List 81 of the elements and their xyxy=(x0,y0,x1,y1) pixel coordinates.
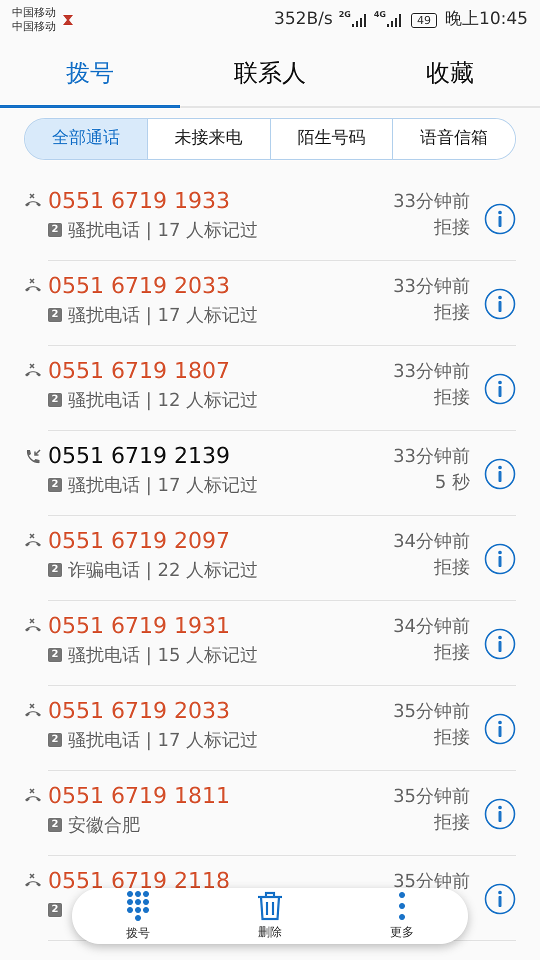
call-time: 33分钟前 xyxy=(393,445,470,469)
rejected-call-icon xyxy=(24,873,42,887)
sim-badge: 2 xyxy=(48,393,62,407)
trash-icon xyxy=(256,891,284,921)
sim-badge: 2 xyxy=(48,733,62,747)
network-speed: 352B/s xyxy=(274,8,333,32)
network-type: 4G xyxy=(374,9,386,21)
phone-number: 0551 6719 1807 xyxy=(48,358,231,386)
dialpad-icon xyxy=(126,890,150,922)
rejected-call-icon xyxy=(24,788,42,802)
filter-segment[interactable]: 全部通话 xyxy=(25,119,147,159)
call-status: 拒接 xyxy=(434,301,470,325)
phone-number: 0551 6719 2033 xyxy=(48,698,231,726)
caller-tag: 安徽合肥 xyxy=(68,812,140,838)
bottom-action-button[interactable]: 更多 xyxy=(362,891,442,941)
call-status: 拒接 xyxy=(434,811,470,835)
phone-number: 0551 6719 2139 xyxy=(48,443,231,471)
rejected-call-icon xyxy=(24,193,42,207)
phone-number: 0551 6719 2033 xyxy=(48,273,231,301)
caller-tag: 骚扰电话 | 15 人标记过 xyxy=(68,642,258,668)
call-time: 34分钟前 xyxy=(393,615,470,639)
app-notification-icon xyxy=(62,14,74,26)
info-icon[interactable] xyxy=(484,373,516,405)
sim-badge: 2 xyxy=(48,563,62,577)
rejected-call-icon xyxy=(24,533,42,547)
sim-badge: 2 xyxy=(48,308,62,322)
tab[interactable]: 拨号 xyxy=(0,40,180,108)
rejected-call-icon xyxy=(24,618,42,632)
more-icon xyxy=(398,891,406,921)
filter-segment[interactable]: 语音信箱 xyxy=(392,119,515,159)
tab[interactable]: 收藏 xyxy=(360,40,540,108)
sim-badge: 2 xyxy=(48,648,62,662)
rejected-call-icon xyxy=(24,703,42,717)
sim-badge: 2 xyxy=(48,478,62,492)
filter-segment[interactable]: 陌生号码 xyxy=(270,119,392,159)
call-status: 拒接 xyxy=(434,216,470,240)
call-status: 5 秒 xyxy=(434,471,470,495)
clock: 晚上10:45 xyxy=(445,8,528,32)
filter-segment[interactable]: 未接来电 xyxy=(146,119,270,159)
call-time: 35分钟前 xyxy=(393,785,470,809)
phone-number: 0551 6719 1933 xyxy=(48,188,231,216)
call-status: 拒接 xyxy=(434,386,470,410)
info-icon[interactable] xyxy=(484,288,516,320)
caller-tag: 骚扰电话 | 12 人标记过 xyxy=(68,386,258,414)
call-time: 35分钟前 xyxy=(393,700,470,724)
sim-badge: 2 xyxy=(48,903,62,917)
call-time: 33分钟前 xyxy=(393,275,470,299)
info-icon[interactable] xyxy=(484,628,516,660)
caller-tag: 骚扰电话 | 17 人标记过 xyxy=(68,302,258,328)
call-time: 33分钟前 xyxy=(393,360,470,384)
signal-icon xyxy=(352,13,368,27)
incoming-call-icon xyxy=(24,448,42,466)
carrier-name: 中国移动 xyxy=(12,20,56,34)
info-icon[interactable] xyxy=(484,883,516,915)
battery-indicator: 49 xyxy=(411,12,437,28)
phone-number: 0551 6719 1931 xyxy=(48,613,231,641)
call-time: 33分钟前 xyxy=(393,190,470,214)
call-time: 34分钟前 xyxy=(393,530,470,554)
carrier-name: 中国移动 xyxy=(12,6,56,20)
rejected-call-icon xyxy=(24,278,42,292)
caller-tag: 诈骗电话 | 22 人标记过 xyxy=(68,556,258,584)
caller-tag: 骚扰电话 | 17 人标记过 xyxy=(68,472,258,498)
caller-tag: 骚扰电话 | 17 人标记过 xyxy=(68,726,258,754)
sim-badge: 2 xyxy=(48,223,62,237)
phone-number: 0551 6719 2097 xyxy=(48,528,231,556)
info-icon[interactable] xyxy=(484,458,516,490)
call-status: 拒接 xyxy=(434,726,470,750)
call-status: 拒接 xyxy=(434,556,470,580)
network-type: 2G xyxy=(338,9,351,21)
info-icon[interactable] xyxy=(484,203,516,235)
info-icon[interactable] xyxy=(484,543,516,575)
bottom-action-button[interactable]: 删除 xyxy=(230,891,310,941)
rejected-call-icon xyxy=(24,363,42,377)
info-icon[interactable] xyxy=(484,713,516,745)
sim-badge: 2 xyxy=(48,818,62,832)
call-status: 拒接 xyxy=(434,641,470,665)
tab[interactable]: 联系人 xyxy=(180,40,360,108)
caller-tag: 骚扰电话 | 17 人标记过 xyxy=(68,216,258,244)
signal-icon xyxy=(387,13,403,27)
info-icon[interactable] xyxy=(484,798,516,830)
phone-number: 0551 6719 1811 xyxy=(48,783,231,811)
